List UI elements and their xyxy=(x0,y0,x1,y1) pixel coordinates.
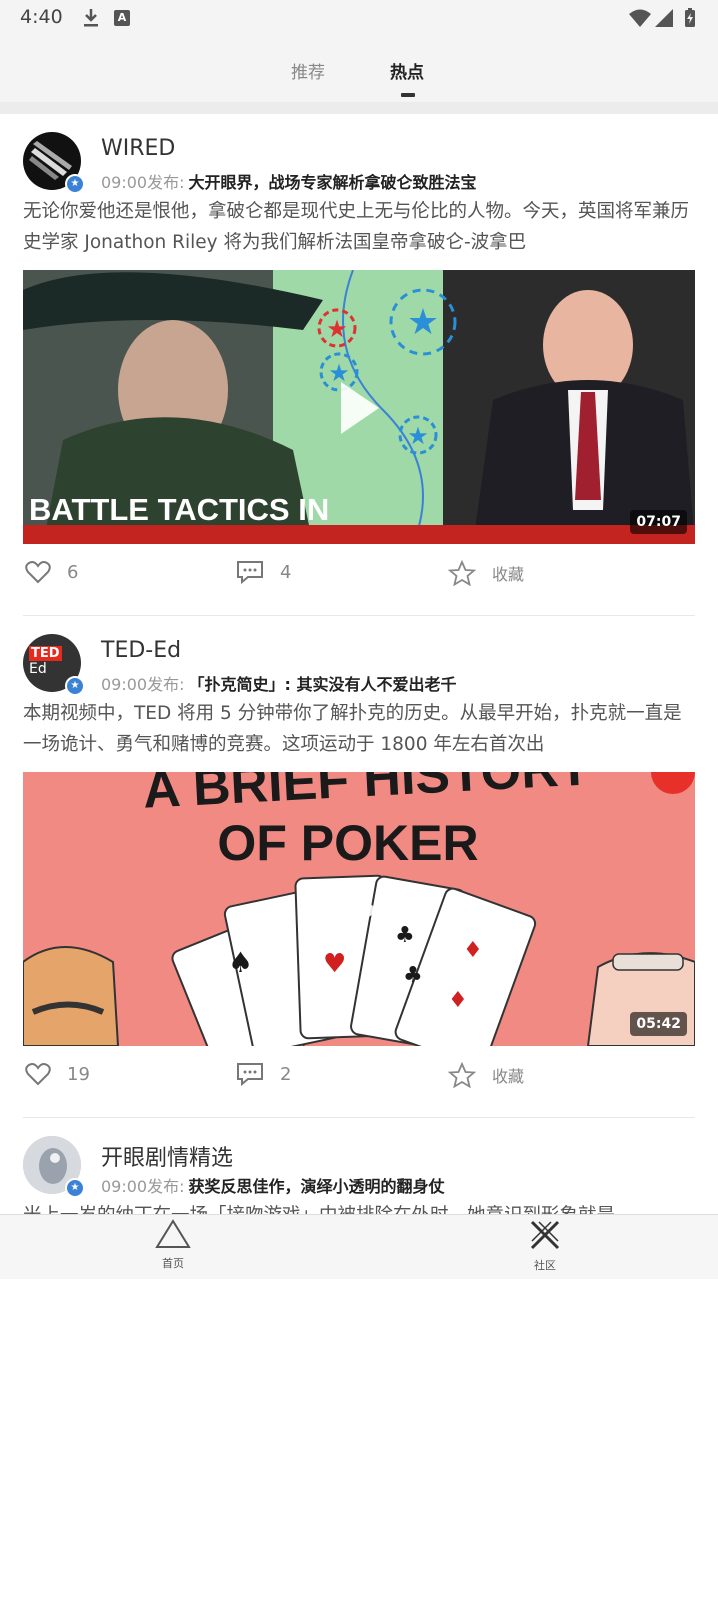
signal-icon xyxy=(655,9,673,27)
like-count: 6 xyxy=(67,561,79,583)
feed-card[interactable]: ★ WIRED 09:00发布: 大开眼界，战场专家解析拿破仑致胜法宝 无论你爱他… xyxy=(0,114,718,616)
video-duration: 07:07 xyxy=(630,510,687,534)
play-icon[interactable] xyxy=(341,884,379,936)
author-name[interactable]: TED-Ed xyxy=(101,638,181,663)
comment-button[interactable]: 4 xyxy=(236,560,291,584)
post-time: 09:00发布: xyxy=(101,1177,185,1196)
post-title[interactable]: 「扑克简史」: 其实没有人不爱出老千 xyxy=(189,675,457,694)
favorite-label: 收藏 xyxy=(492,565,525,584)
svg-text:★: ★ xyxy=(407,302,439,343)
community-x-icon xyxy=(530,1220,560,1250)
avatar[interactable]: TED Ed ★ xyxy=(23,634,85,696)
post-title[interactable]: 大开眼界，战场专家解析拿破仑致胜法宝 xyxy=(189,173,477,192)
svg-text:★: ★ xyxy=(326,315,348,343)
svg-text:♣: ♣ xyxy=(403,963,423,988)
star-icon xyxy=(448,1062,476,1088)
thumbnail-caption: BATTLE TACTICS IN xyxy=(29,492,329,527)
feed-list: ★ WIRED 09:00发布: 大开眼界，战场专家解析拿破仑致胜法宝 无论你爱他… xyxy=(0,114,718,1620)
post-meta: 09:00发布: 大开眼界，战场专家解析拿破仑致胜法宝 xyxy=(101,169,477,193)
a-notification-icon: A xyxy=(114,10,130,26)
post-time: 09:00发布: xyxy=(101,675,185,694)
post-title[interactable]: 获奖反思佳作，演绎小透明的翻身仗 xyxy=(189,1177,445,1196)
feed-card[interactable]: TED Ed ★ TED-Ed 09:00发布: 「扑克简史」: 其实没有人不爱出… xyxy=(0,616,718,1118)
heart-icon xyxy=(25,561,51,584)
status-bar: 4:40 A xyxy=(0,0,718,36)
thumbnail-caption-line2: OF POKER xyxy=(217,815,478,871)
heart-icon xyxy=(25,1063,51,1086)
top-tab-bar: 推荐 热点 xyxy=(0,36,718,102)
video-thumbnail[interactable]: ★ ★ ★ ★ BATTLE TACTICS IN 07:07 xyxy=(23,270,695,544)
favorite-label: 收藏 xyxy=(492,1067,525,1086)
bottom-nav: 首页 社区 xyxy=(0,1214,718,1279)
play-icon[interactable] xyxy=(341,382,379,434)
svg-text:★: ★ xyxy=(407,422,429,450)
post-time: 09:00发布: xyxy=(101,173,185,192)
video-duration: 05:42 xyxy=(630,1012,687,1036)
favorite-button[interactable]: 收藏 xyxy=(448,560,524,586)
avatar[interactable]: ★ xyxy=(23,1136,85,1198)
post-description[interactable]: 本期视频中，TED 将用 5 分钟带你了解扑克的历史。从最早开始，扑克就一直是一… xyxy=(23,698,695,760)
ted-logo-text: TED xyxy=(29,646,62,661)
tab-hot[interactable]: 热点 xyxy=(390,58,424,83)
header-divider xyxy=(0,102,718,114)
favorite-button[interactable]: 收藏 xyxy=(448,1062,524,1088)
author-name[interactable]: 开眼剧情精选 xyxy=(101,1140,233,1172)
feed-card[interactable]: ★ 开眼剧情精选 09:00发布:获奖反思佳作，演绎小透明的翻身仗 米上一岁的纳… xyxy=(0,1118,718,1620)
tab-recommended[interactable]: 推荐 xyxy=(291,58,325,83)
svg-text:♥: ♥ xyxy=(323,949,346,979)
active-tab-indicator xyxy=(401,93,415,97)
nav-home-label: 首页 xyxy=(162,1257,184,1270)
comment-button[interactable]: 2 xyxy=(236,1062,291,1086)
video-thumbnail[interactable]: A BRIEF HISTORY OF POKER ♠ ♥ ♣ ♣ ♦ ♦ 05:… xyxy=(23,772,695,1046)
like-button[interactable]: 6 xyxy=(25,560,78,584)
like-button[interactable]: 19 xyxy=(25,1062,90,1086)
like-count: 19 xyxy=(67,1063,90,1085)
nav-home[interactable]: 首页 xyxy=(133,1219,213,1271)
post-meta: 09:00发布: 「扑克简史」: 其实没有人不爱出老千 xyxy=(101,671,457,695)
verified-badge-icon: ★ xyxy=(65,676,85,696)
comment-icon xyxy=(237,561,263,584)
star-icon xyxy=(448,560,476,586)
action-bar: 6 4 收藏 xyxy=(0,560,718,592)
nav-community[interactable]: 社区 xyxy=(505,1219,585,1273)
post-description[interactable]: 无论你爱他还是恨他，拿破仑都是现代史上无与伦比的人物。今天，英国将军兼历史学家 … xyxy=(23,196,695,258)
action-bar: 19 2 收藏 xyxy=(0,1062,718,1094)
battery-icon xyxy=(685,8,695,27)
download-icon xyxy=(84,9,98,27)
author-name[interactable]: WIRED xyxy=(101,136,175,161)
comment-count: 2 xyxy=(280,1063,292,1085)
comment-count: 4 xyxy=(280,561,292,583)
triangle-home-icon xyxy=(155,1219,191,1248)
ed-logo-text: Ed xyxy=(29,661,47,677)
status-time: 4:40 xyxy=(20,6,63,28)
verified-badge-icon: ★ xyxy=(65,174,85,194)
svg-text:♣: ♣ xyxy=(395,923,415,948)
svg-text:♦: ♦ xyxy=(463,938,483,963)
svg-text:♦: ♦ xyxy=(448,988,468,1013)
wifi-icon xyxy=(629,9,651,27)
verified-badge-icon: ★ xyxy=(65,1178,85,1198)
svg-text:♠: ♠ xyxy=(228,946,253,979)
avatar[interactable]: ★ xyxy=(23,132,85,194)
post-meta: 09:00发布: 获奖反思佳作，演绎小透明的翻身仗 xyxy=(101,1173,445,1197)
comment-icon xyxy=(237,1063,263,1086)
nav-community-label: 社区 xyxy=(534,1259,556,1272)
